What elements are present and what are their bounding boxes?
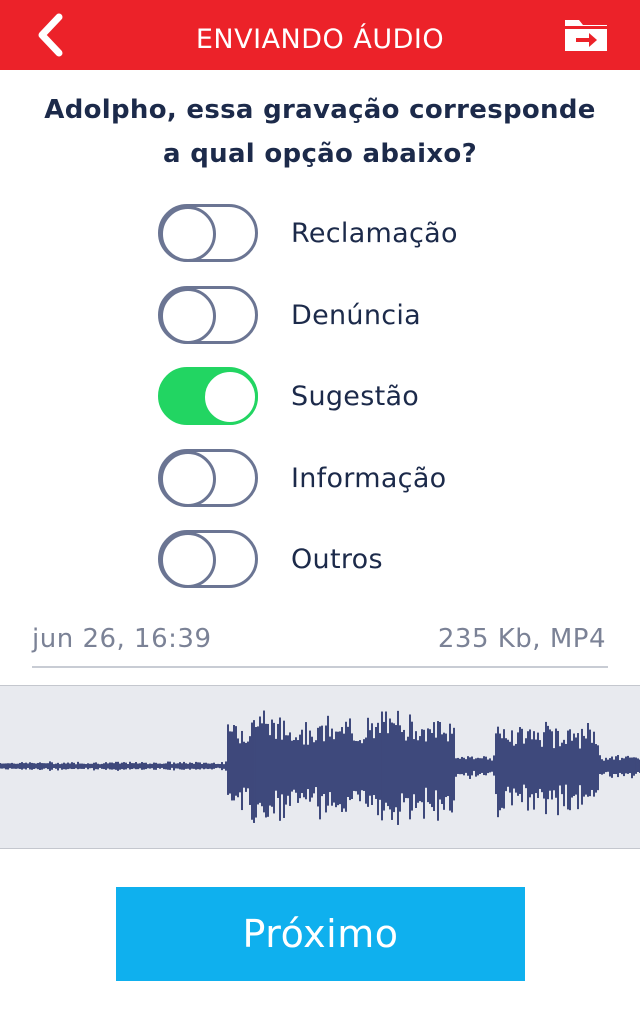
folder-move-icon [565, 20, 607, 51]
option-label: Denúncia [291, 299, 422, 331]
option-reclamacao[interactable]: Reclamação [158, 201, 498, 265]
option-sugestao[interactable]: Sugestão [158, 364, 498, 428]
toggle-switch[interactable] [158, 449, 258, 507]
option-label: Outros [291, 543, 383, 575]
option-denuncia[interactable]: Denúncia [158, 283, 498, 347]
toggle-knob [160, 288, 216, 344]
question-text: Adolpho, essa gravação corresponde a qua… [0, 88, 640, 176]
toggle-switch[interactable] [158, 204, 258, 262]
page-title: ENVIANDO ÁUDIO [195, 23, 445, 55]
audio-waveform[interactable] [0, 685, 640, 849]
option-label: Reclamação [291, 217, 458, 249]
app-header: ENVIANDO ÁUDIO [0, 0, 640, 70]
option-label: Informação [291, 462, 447, 494]
option-label: Sugestão [291, 380, 420, 412]
recording-info: jun 26, 16:39 235 Kb, MP4 [32, 622, 608, 668]
toggle-knob [202, 369, 258, 425]
toggle-knob [160, 206, 216, 262]
toggle-knob [160, 451, 216, 507]
next-button[interactable]: Próximo [116, 887, 525, 981]
toggle-switch[interactable] [158, 530, 258, 588]
question-line-1: Adolpho, essa gravação corresponde [44, 95, 596, 125]
toggle-switch[interactable] [158, 367, 258, 425]
option-informacao[interactable]: Informação [158, 446, 498, 510]
question-line-2: a qual opção abaixo? [163, 139, 477, 169]
toggle-switch[interactable] [158, 286, 258, 344]
recording-size-format: 235 Kb, MP4 [437, 624, 606, 654]
folder-move-button[interactable] [562, 16, 610, 54]
waveform-graphic [0, 710, 640, 825]
toggle-knob [160, 532, 216, 588]
recording-date: jun 26, 16:39 [32, 624, 212, 654]
option-outros[interactable]: Outros [158, 527, 498, 591]
